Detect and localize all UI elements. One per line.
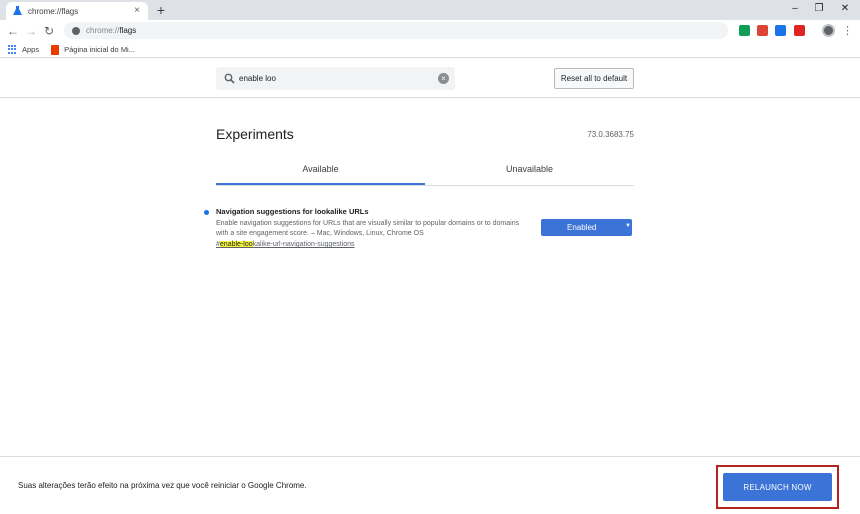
experiments-tabs: Available Unavailable: [216, 156, 634, 186]
menu-icon[interactable]: ⋮: [842, 24, 853, 38]
address-bar[interactable]: chrome://flags: [64, 22, 728, 39]
office-icon: [51, 44, 60, 55]
extension-calendar-icon[interactable]: [775, 25, 786, 36]
browser-tab[interactable]: chrome://flags ×: [6, 2, 148, 20]
reload-icon[interactable]: ↻: [42, 24, 56, 38]
url-scheme: chrome://: [86, 26, 120, 35]
restore-icon[interactable]: ❐: [806, 0, 832, 18]
flag-permalink[interactable]: #enable-lookalike-url-navigation-suggest…: [216, 241, 355, 248]
clear-search-icon[interactable]: ×: [438, 73, 449, 84]
flag-entry: Navigation suggestions for lookalike URL…: [204, 206, 636, 256]
bookmarks-bar: Apps Página inicial do Mi...: [0, 42, 860, 58]
flags-content: Experiments 73.0.3683.75 Available Unava…: [0, 98, 860, 456]
flask-icon: [12, 6, 22, 16]
page-info-icon[interactable]: [72, 26, 80, 35]
flag-modified-indicator: [204, 210, 209, 215]
search-field[interactable]: ×: [216, 67, 455, 90]
forward-icon[interactable]: →: [24, 24, 38, 38]
apps-grid-icon: [8, 45, 17, 54]
bookmark-office[interactable]: Página inicial do Mi...: [51, 44, 135, 55]
extension-sheets-icon[interactable]: [739, 25, 750, 36]
page-title: Experiments: [216, 126, 294, 142]
relaunch-now-button[interactable]: RELAUNCH NOW: [723, 473, 832, 501]
toolbar: ← → ↻ chrome://flags ⋮: [0, 20, 860, 42]
tab-strip: chrome://flags × + – ❐ ✕: [0, 0, 860, 20]
url-path: flags: [119, 26, 137, 35]
bookmark-label: Página inicial do Mi...: [64, 45, 135, 54]
bookmark-apps[interactable]: Apps: [8, 45, 39, 54]
version-label: 73.0.3683.75: [587, 130, 634, 139]
bookmark-label: Apps: [22, 45, 40, 54]
reset-all-button[interactable]: Reset all to default: [554, 68, 634, 89]
flag-description: Enable navigation suggestions for URLs t…: [216, 220, 520, 237]
search-match-highlight: enable-loo: [219, 241, 253, 248]
flag-state-select[interactable]: Enabled: [541, 219, 632, 236]
extension-video-icon[interactable]: [794, 25, 805, 36]
annotation-highlight-box: RELAUNCH NOW: [716, 465, 839, 509]
new-tab-button[interactable]: +: [154, 3, 168, 17]
flag-name: Navigation suggestions for lookalike URL…: [216, 207, 369, 216]
tab-close-icon[interactable]: ×: [132, 6, 142, 16]
url-text: chrome://flags: [86, 26, 136, 35]
search-icon: [224, 73, 235, 84]
flags-search-header: × Reset all to default: [0, 59, 860, 98]
back-icon[interactable]: ←: [6, 24, 20, 38]
tab-title: chrome://flags: [28, 6, 79, 16]
flag-link-rest: kalike-url-navigation-suggestions: [252, 241, 355, 248]
extension-youtube-icon[interactable]: [757, 25, 768, 36]
tab-available[interactable]: Available: [216, 156, 425, 185]
window-close-icon[interactable]: ✕: [832, 0, 858, 18]
profile-avatar[interactable]: [822, 24, 835, 37]
relaunch-bar: Suas alterações terão efeito na próxima …: [0, 456, 860, 514]
minimize-icon[interactable]: –: [782, 0, 808, 18]
tab-unavailable[interactable]: Unavailable: [425, 156, 634, 185]
search-input[interactable]: [239, 74, 429, 83]
relaunch-message: Suas alterações terão efeito na próxima …: [18, 481, 307, 490]
